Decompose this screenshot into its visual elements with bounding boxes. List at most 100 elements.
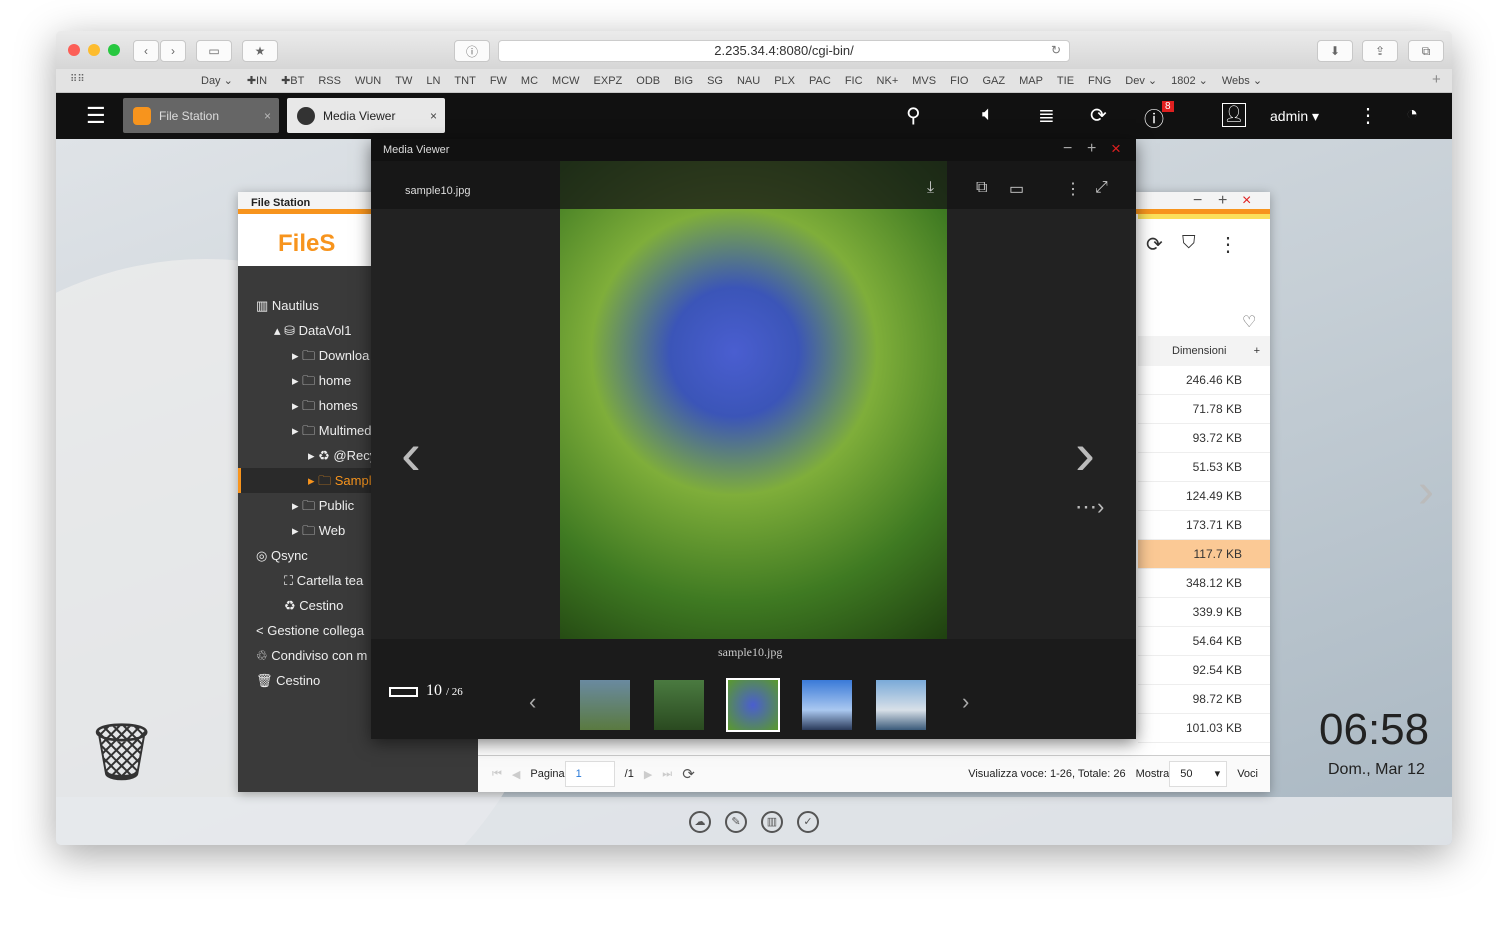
bookmark[interactable]: MVS — [912, 75, 936, 87]
fullscreen-icon[interactable]: ⤢ — [1095, 179, 1108, 197]
next-photo-icon[interactable]: › — [1075, 419, 1095, 488]
more-photos-icon[interactable]: ⋯› — [1075, 494, 1104, 520]
search-icon[interactable]: ⚲ — [906, 103, 921, 128]
close-icon[interactable]: × — [264, 109, 271, 123]
bookmark[interactable]: FNG — [1088, 75, 1111, 87]
back-button[interactable]: ‹ — [133, 40, 159, 62]
notes-icon[interactable]: ✓ — [797, 811, 819, 833]
more-icon[interactable]: ⋮ — [1065, 179, 1081, 199]
minimize-icon[interactable]: − — [1193, 192, 1202, 210]
menu-icon[interactable]: ☰ — [86, 103, 106, 129]
bookmark[interactable]: Webs ⌄ — [1222, 74, 1262, 87]
sync-icon[interactable]: ⟳ — [1090, 103, 1107, 128]
sidebar-toggle-icon[interactable]: ▭ — [196, 40, 232, 62]
bookmark[interactable]: PAC — [809, 75, 831, 87]
tab-media-viewer[interactable]: Media Viewer × — [287, 98, 445, 133]
share-icon[interactable]: ⇪ — [1362, 40, 1398, 62]
tasks-icon[interactable]: ≣ — [1038, 103, 1055, 128]
dashboard-icon[interactable]: ◔ — [1406, 103, 1418, 126]
bookmark[interactable]: Dev ⌄ — [1125, 74, 1157, 87]
thumbnail[interactable] — [876, 680, 926, 730]
column-header-size[interactable]: Dimensioni + — [1138, 336, 1270, 366]
next-desktop-icon[interactable]: › — [1418, 464, 1434, 519]
bookmark[interactable]: BIG — [674, 75, 693, 87]
user-icon[interactable]: 👤︎ — [1222, 103, 1246, 127]
bookmark[interactable]: EXPZ — [594, 75, 623, 87]
tools-icon[interactable]: ✎ — [725, 811, 747, 833]
bookmark[interactable]: FW — [490, 75, 507, 87]
tree-item[interactable]: ♲ Condiviso con m — [256, 643, 367, 668]
user-menu[interactable]: admin ▾ — [1270, 108, 1319, 125]
tree-item[interactable]: ▸ 🗀︎ Web — [292, 518, 345, 543]
apps-grid-icon[interactable]: ⠿⠿ — [70, 74, 85, 85]
prev-page-icon[interactable]: ◀ — [512, 768, 520, 781]
bookmark[interactable]: MCW — [552, 75, 580, 87]
tree-item[interactable]: ▸ 🗀︎ home — [292, 368, 351, 393]
more-icon[interactable]: ⋮ — [1358, 103, 1378, 128]
maximize-icon[interactable]: + — [1087, 140, 1096, 158]
last-page-icon[interactable]: ⏭ — [662, 768, 672, 781]
tree-item[interactable]: ▥ Nautilus — [256, 293, 319, 318]
tree-item[interactable]: < Gestione collega — [256, 618, 364, 643]
bookmark[interactable]: MAP — [1019, 75, 1043, 87]
slideshow-icon[interactable]: ⧉ — [976, 179, 987, 197]
filter-icon[interactable]: ⛉ — [1182, 232, 1196, 253]
refresh-icon[interactable]: ⟳ — [682, 765, 695, 783]
info-icon[interactable]: ⓘ — [454, 40, 490, 62]
downloads-icon[interactable]: ⬇ — [1317, 40, 1353, 62]
next-page-icon[interactable]: ▶ — [644, 768, 652, 781]
bookmark[interactable]: LN — [426, 75, 440, 87]
bookmark[interactable]: SG — [707, 75, 723, 87]
bookmark[interactable]: PLX — [774, 75, 795, 87]
refresh-icon[interactable]: ⟳ — [1146, 232, 1163, 257]
bookmark[interactable]: NK+ — [877, 75, 899, 87]
reload-icon[interactable]: ↻ — [1051, 43, 1061, 57]
filmstrip-prev-icon[interactable]: ‹ — [529, 689, 536, 715]
filmstrip-icon[interactable] — [389, 687, 418, 697]
close-icon[interactable]: × — [430, 109, 437, 123]
bookmark[interactable]: FIO — [950, 75, 968, 87]
bookmarks-icon[interactable]: ★ — [242, 40, 278, 62]
tree-item[interactable]: ▴ ⛁ DataVol1 — [274, 318, 351, 343]
close-icon[interactable]: × — [1111, 139, 1121, 159]
bookmark[interactable]: FIC — [845, 75, 863, 87]
trash-icon[interactable]: 🗑︎ — [86, 719, 157, 785]
bookmark[interactable]: TNT — [454, 75, 475, 87]
close-window-button[interactable] — [68, 44, 80, 56]
bookmark[interactable]: 1802 ⌄ — [1171, 74, 1208, 87]
cloud-icon[interactable]: ☁ — [689, 811, 711, 833]
prev-photo-icon[interactable]: ‹ — [401, 419, 421, 488]
bookmark[interactable]: NAU — [737, 75, 760, 87]
minimize-icon[interactable]: − — [1063, 140, 1072, 158]
thumbnail-selected[interactable] — [726, 678, 780, 732]
thumbnail[interactable] — [802, 680, 852, 730]
tree-item[interactable]: ▸ 🗀︎ Public — [292, 493, 354, 518]
bookmark[interactable]: Day ⌄ — [201, 74, 233, 87]
maximize-icon[interactable]: + — [1218, 192, 1227, 210]
bookmark[interactable]: TIE — [1057, 75, 1074, 87]
bookmark[interactable]: ODB — [636, 75, 660, 87]
favorite-icon[interactable]: ♡ — [1242, 312, 1256, 332]
tree-item-selected[interactable]: ▸ 🗀︎ Sampl — [308, 468, 372, 493]
minimize-window-button[interactable] — [88, 44, 100, 56]
close-icon[interactable]: × — [1242, 192, 1251, 210]
zoom-window-button[interactable] — [108, 44, 120, 56]
new-tab-icon[interactable]: + — [1432, 71, 1441, 88]
tree-item[interactable]: ▸ 🗀︎ Multimed — [292, 418, 372, 443]
filmstrip-next-icon[interactable]: › — [962, 689, 969, 715]
tab-file-station[interactable]: File Station × — [123, 98, 279, 133]
thumbnail[interactable] — [654, 680, 704, 730]
bookmark[interactable]: ✚BT — [281, 74, 304, 87]
volume-icon[interactable]: 🔈︎ — [982, 103, 994, 126]
more-icon[interactable]: ⋮ — [1218, 232, 1238, 257]
page-input[interactable]: 1 — [564, 761, 615, 787]
tree-item[interactable]: ▸ 🗀︎ homes — [292, 393, 358, 418]
tabs-icon[interactable]: ⧉ — [1408, 40, 1444, 62]
first-page-icon[interactable]: ⏮ — [492, 768, 502, 781]
notifications-icon[interactable]: ⓘ — [1144, 103, 1164, 132]
tree-item[interactable]: ♻ Cestino — [284, 593, 343, 618]
bookmark[interactable]: GAZ — [982, 75, 1005, 87]
page-size-select[interactable]: 50 ▾ — [1169, 761, 1228, 787]
thumbnail[interactable] — [580, 680, 630, 730]
tree-item[interactable]: 🗑︎ Cestino — [256, 668, 320, 693]
